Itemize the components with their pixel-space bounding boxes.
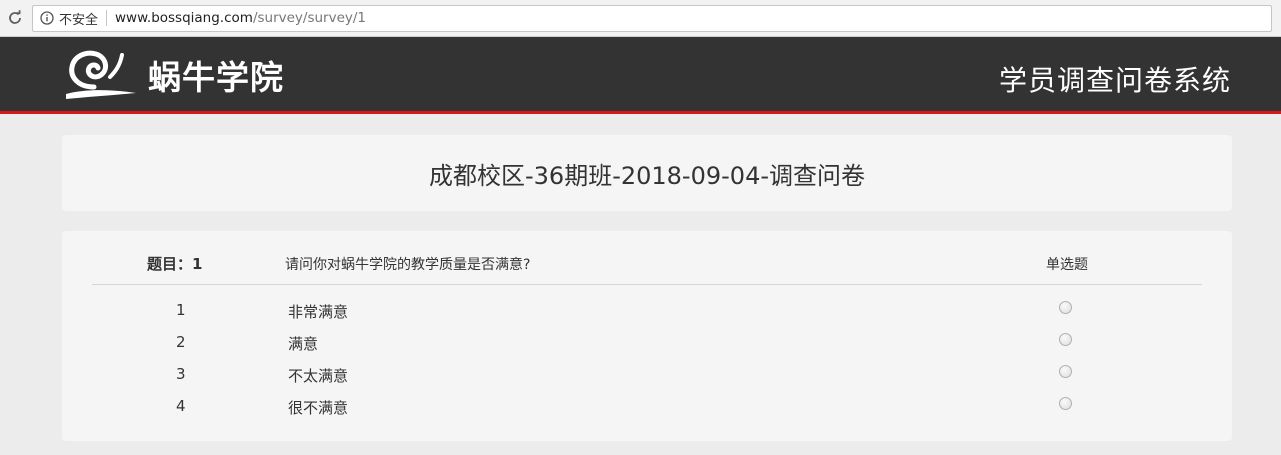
option-label: 不太满意 — [288, 367, 349, 385]
option-row[interactable]: 1 非常满意 — [92, 293, 1202, 325]
address-bar[interactable]: 不安全 www.bossqiang.com/survey/survey/1 — [32, 4, 1272, 32]
security-label: 不安全 — [59, 12, 99, 28]
site-header: 蜗牛学院 学员调查问卷系统 — [0, 37, 1281, 114]
question-type: 单选题 — [1046, 257, 1088, 273]
option-row[interactable]: 2 满意 — [92, 325, 1202, 357]
question-header: 题目：1 请问你对蜗牛学院的教学质量是否满意? 单选题 — [92, 231, 1202, 285]
survey-title-card: 成都校区-36期班-2018-09-04-调查问卷 — [62, 135, 1232, 211]
omnibox-divider — [106, 10, 108, 26]
url-path: /survey/survey/1 — [252, 10, 367, 26]
option-radio[interactable] — [1059, 397, 1072, 410]
info-icon[interactable] — [39, 10, 55, 26]
option-radio[interactable] — [1059, 365, 1072, 378]
reload-icon[interactable] — [2, 5, 28, 31]
url-host: www.bossqiang.com — [115, 10, 253, 26]
option-label: 满意 — [288, 335, 319, 353]
option-index: 3 — [176, 365, 186, 383]
option-label: 非常满意 — [288, 303, 349, 321]
survey-title: 成都校区-36期班-2018-09-04-调查问卷 — [429, 161, 865, 190]
system-title: 学员调查问卷系统 — [998, 64, 1231, 97]
option-row[interactable]: 3 不太满意 — [92, 357, 1202, 389]
question-number: 题目：1 — [147, 255, 203, 273]
question-card: 题目：1 请问你对蜗牛学院的教学质量是否满意? 单选题 1 非常满意 2 满意 … — [62, 231, 1232, 441]
question-text: 请问你对蜗牛学院的教学质量是否满意? — [285, 257, 531, 273]
site-logo[interactable]: 蜗牛学院 — [64, 47, 284, 103]
option-radio[interactable] — [1059, 333, 1072, 346]
option-index: 2 — [176, 333, 186, 351]
option-radio[interactable] — [1059, 301, 1072, 314]
option-index: 4 — [176, 397, 186, 415]
option-label: 很不满意 — [288, 399, 349, 417]
browser-toolbar: 不安全 www.bossqiang.com/survey/survey/1 — [0, 0, 1281, 37]
logo-text: 蜗牛学院 — [148, 58, 284, 97]
snail-logo-icon — [66, 50, 136, 99]
option-row[interactable]: 4 很不满意 — [92, 389, 1202, 421]
option-index: 1 — [176, 301, 186, 319]
